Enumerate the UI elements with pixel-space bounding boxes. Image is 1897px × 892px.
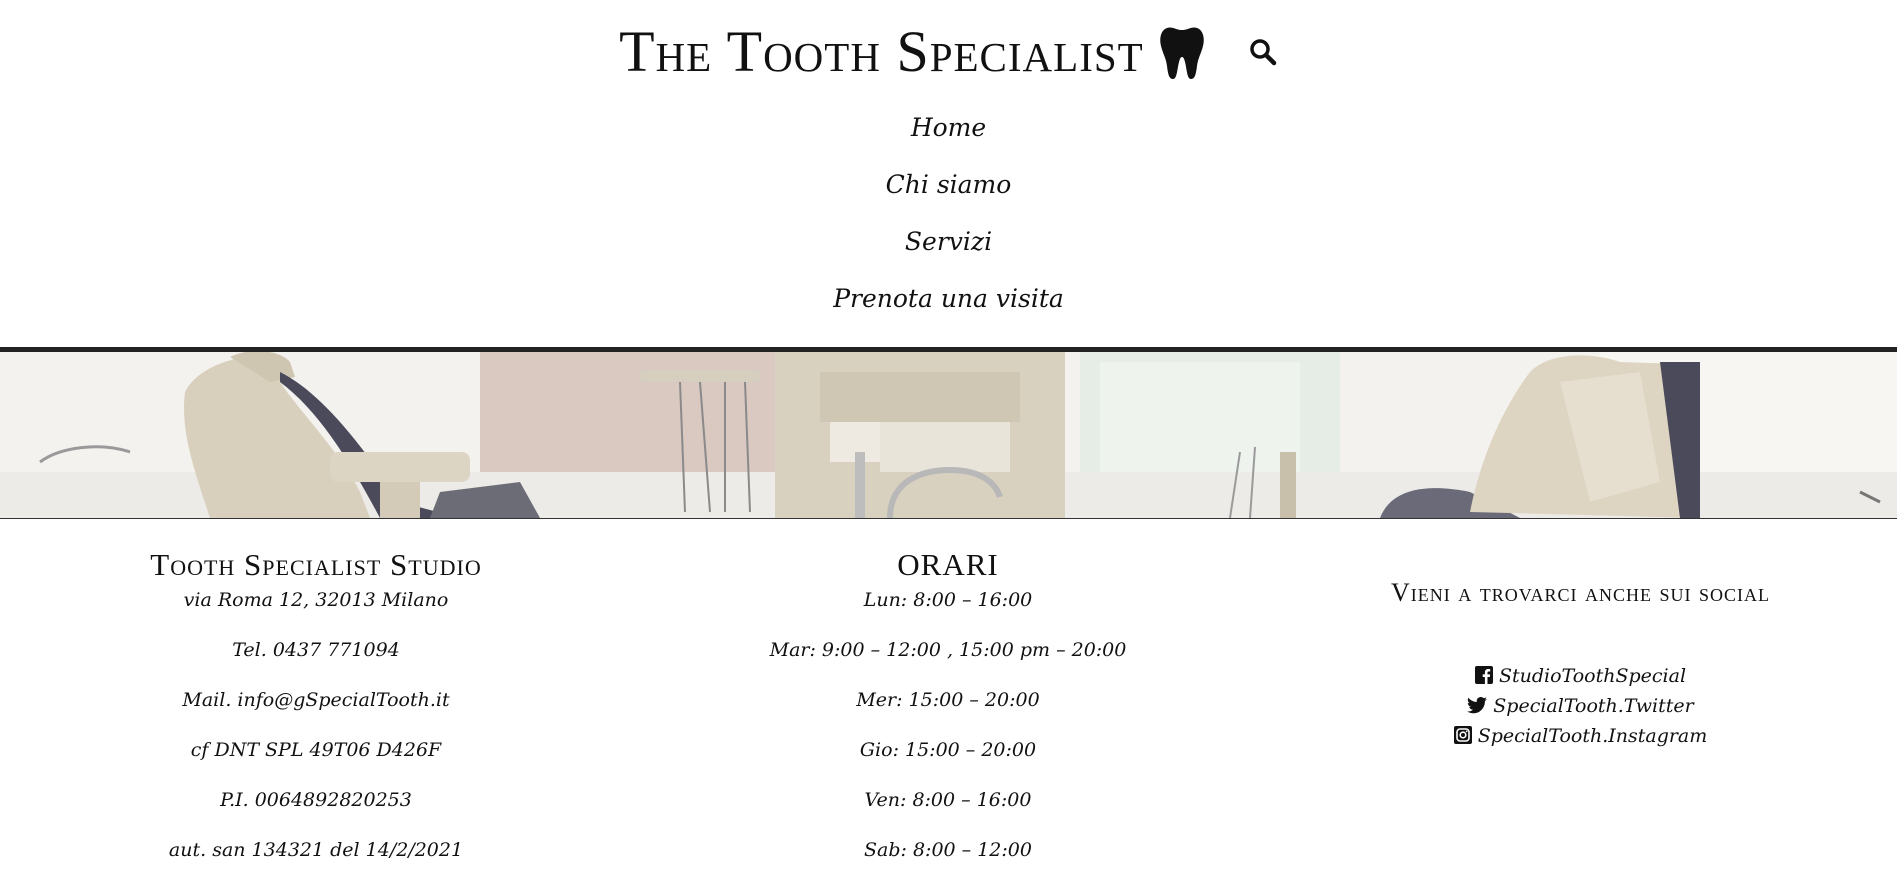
hero-banner bbox=[0, 352, 1897, 519]
facebook-icon bbox=[1474, 666, 1493, 684]
site-title[interactable]: The Tooth Specialist bbox=[619, 18, 1144, 86]
hours-column: ORARI Lun: 8:00 – 16:00 Mar: 9:00 – 12:0… bbox=[632, 519, 1264, 885]
dental-office-image bbox=[0, 352, 1897, 518]
hours-tuesday: Mar: 9:00 – 12:00 , 15:00 pm – 20:00 bbox=[769, 639, 1127, 661]
twitter-label: SpecialTooth.Twitter bbox=[1493, 695, 1694, 717]
hours-wednesday: Mer: 15:00 – 20:00 bbox=[856, 689, 1040, 711]
social-column: Vieni a trovarci anche sui social Studio… bbox=[1264, 519, 1897, 751]
social-link-instagram[interactable]: SpecialTooth.Instagram bbox=[1264, 721, 1897, 751]
social-link-twitter[interactable]: SpecialTooth.Twitter bbox=[1264, 691, 1897, 721]
studio-title: Tooth Specialist Studio bbox=[150, 547, 482, 582]
nav-item-chi-siamo[interactable]: Chi siamo bbox=[0, 161, 1897, 218]
hours-saturday: Sab: 8:00 – 12:00 bbox=[864, 839, 1032, 861]
hours-friday: Ven: 8:00 – 16:00 bbox=[864, 789, 1032, 811]
studio-address: via Roma 12, 32013 Milano bbox=[183, 589, 449, 611]
studio-email[interactable]: Mail. info@gSpecialTooth.it bbox=[0, 685, 632, 735]
nav-item-home[interactable]: Home bbox=[0, 104, 1897, 161]
studio-tax-code: cf DNT SPL 49T06 D426F bbox=[190, 739, 442, 761]
search-button[interactable] bbox=[1248, 37, 1278, 67]
nav-item-servizi[interactable]: Servizi bbox=[0, 218, 1897, 275]
hours-monday: Lun: 8:00 – 16:00 bbox=[863, 589, 1033, 611]
search-icon bbox=[1250, 39, 1277, 66]
site-header: The Tooth Specialist Home Chi siamo Serv… bbox=[0, 0, 1897, 352]
nav-item-prenota[interactable]: Prenota una visita bbox=[0, 275, 1897, 332]
info-section: Tooth Specialist Studio via Roma 12, 320… bbox=[0, 519, 1897, 892]
facebook-label: StudioToothSpecial bbox=[1498, 665, 1687, 687]
social-list: StudioToothSpecial SpecialTooth.Twitter … bbox=[1264, 661, 1897, 751]
social-link-facebook[interactable]: StudioToothSpecial bbox=[1264, 661, 1897, 691]
tooth-icon bbox=[1160, 27, 1204, 79]
main-nav: Home Chi siamo Servizi Prenota una visit… bbox=[0, 104, 1897, 332]
instagram-icon bbox=[1453, 726, 1472, 744]
studio-phone: Tel. 0437 771094 bbox=[232, 639, 400, 661]
hours-title: ORARI bbox=[897, 547, 999, 582]
twitter-icon bbox=[1467, 697, 1488, 714]
studio-info-column: Tooth Specialist Studio via Roma 12, 320… bbox=[0, 519, 632, 885]
hours-thursday: Gio: 15:00 – 20:00 bbox=[859, 739, 1037, 761]
studio-authorization: aut. san 134321 del 14/2/2021 bbox=[168, 839, 464, 861]
social-title: Vieni a trovarci anche sui social bbox=[1391, 578, 1770, 607]
studio-vat: P.I. 0064892820253 bbox=[220, 789, 412, 811]
instagram-label: SpecialTooth.Instagram bbox=[1477, 725, 1708, 747]
brand: The Tooth Specialist bbox=[0, 18, 1897, 86]
